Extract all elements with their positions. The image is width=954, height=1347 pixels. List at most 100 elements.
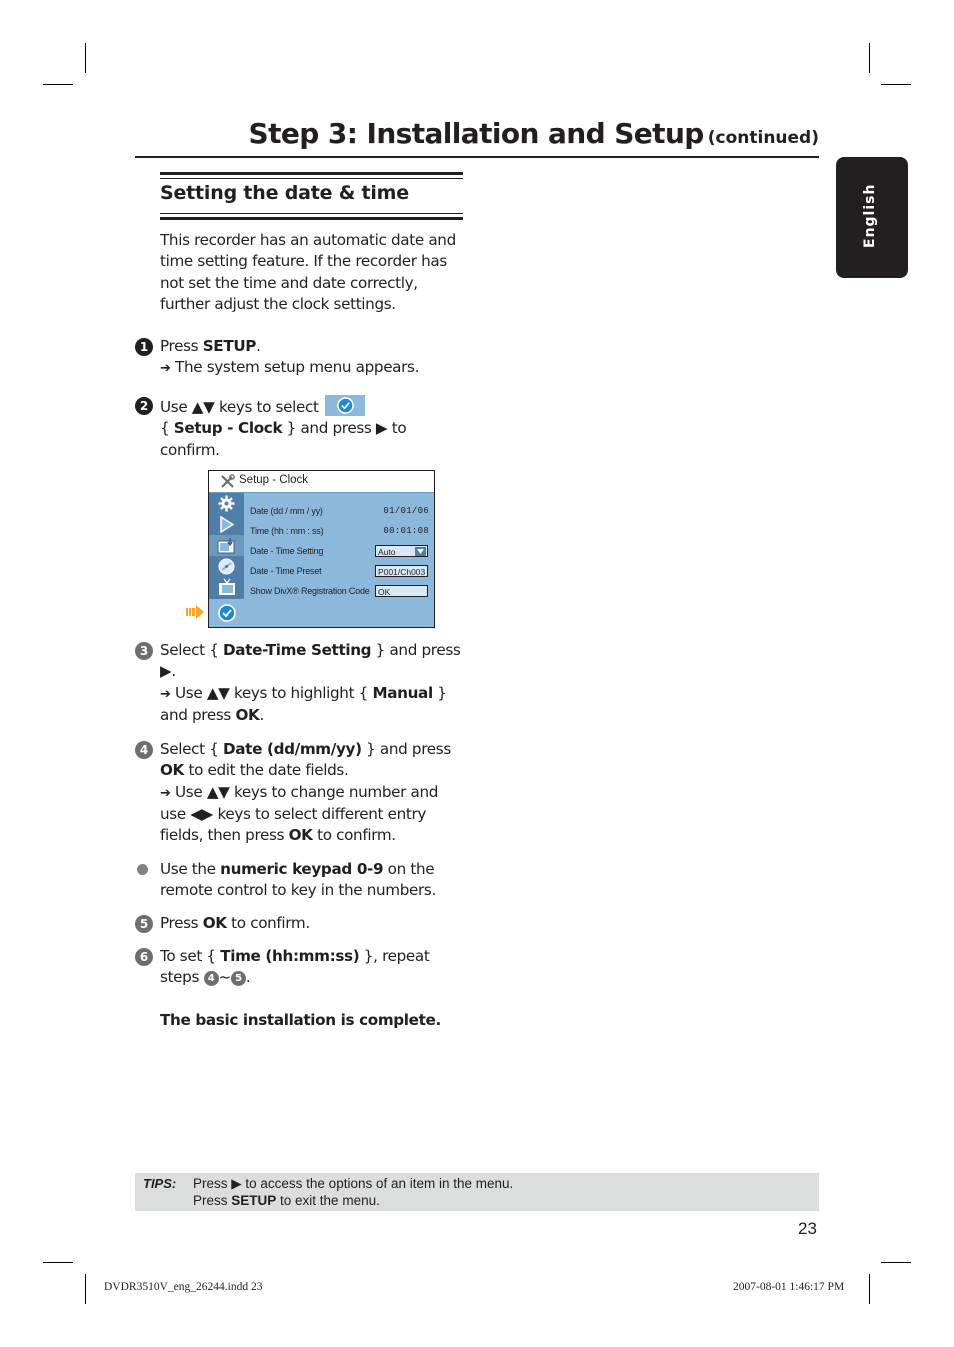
bold-text: OK [202, 914, 227, 932]
bold-text: SETUP [231, 1193, 277, 1208]
section-rule-top-thin [160, 178, 463, 179]
intro-line: not set the time and date correctly, [160, 273, 418, 292]
text: } and press [361, 740, 451, 758]
bold-text: numeric keypad 0-9 [220, 860, 384, 878]
intro-paragraph: This recorder has an automatic date and … [160, 230, 456, 315]
text: ~ [218, 968, 232, 987]
text: Press [193, 1193, 232, 1208]
gear-icon [218, 495, 235, 512]
step-line: use ◀▶ keys to select different entry [160, 804, 451, 825]
step-number-badge: 5 [135, 915, 153, 933]
setup-clock-screen: Setup - Clock Date (dd / mm / yy) 01/01/… [208, 470, 435, 628]
result-arrow-icon: ➔ [160, 686, 171, 702]
osd-sidebar [209, 493, 244, 627]
text: } and press [371, 641, 461, 659]
pointer-arrow-icon [186, 605, 204, 619]
osd-sidebar-item-tv[interactable] [209, 577, 244, 598]
text: Select { [160, 740, 224, 758]
page-title-text: Step 3: Installation and Setup [248, 117, 705, 150]
osd-sidebar-item-playback[interactable] [209, 514, 244, 535]
play-icon [220, 516, 235, 533]
crop-mark [85, 1274, 86, 1304]
intro-line: further adjust the clock settings. [160, 294, 396, 313]
osd-sidebar-item-record[interactable] [209, 535, 244, 556]
text: Press [160, 914, 203, 932]
text: Press [160, 337, 203, 355]
tips-line: Press SETUP to exit the menu. [193, 1193, 380, 1208]
crop-mark [43, 1262, 73, 1263]
bold-text: OK [288, 826, 313, 845]
osd-sidebar-item-disc[interactable] [209, 556, 244, 577]
text: { [160, 419, 174, 438]
step-text: Press SETUP. ➔ The system setup menu appe… [160, 336, 419, 380]
tips-line: Press ▶ to access the options of an item… [193, 1176, 513, 1192]
osd-row-label: Show DivX® Registration Code [250, 586, 370, 596]
osd-sidebar-item-general[interactable] [209, 493, 244, 514]
osd-dropdown[interactable]: Auto [375, 545, 428, 557]
step-number-badge: 6 [135, 948, 153, 966]
result-arrow-icon: ➔ [160, 785, 171, 801]
step-number-badge: 4 [135, 741, 153, 759]
step-line: remote control to key in the numbers. [160, 880, 436, 901]
osd-title: Setup - Clock [239, 474, 309, 486]
text: Press ▶ to access the options of an item… [193, 1176, 514, 1191]
step-line: ▶. [160, 661, 460, 682]
step-line: Select { Date-Time Setting } and press [160, 640, 461, 661]
osd-value-box[interactable]: P001/Ch003 [375, 565, 428, 577]
text: fields, then press [160, 826, 289, 845]
language-tab-label: English [862, 183, 878, 248]
text: } [432, 683, 447, 702]
crop-mark [881, 1262, 911, 1263]
osd-header: Setup - Clock [209, 471, 434, 493]
tips-label: TIPS: [143, 1176, 177, 1191]
step-line: Select { Date (dd/mm/yy) } and press [160, 739, 451, 760]
osd-box-value: P001/Ch003 [378, 567, 426, 577]
step-text: Select { Date (dd/mm/yy) } and press OK t… [160, 739, 451, 846]
crop-mark [43, 84, 73, 85]
osd-row-label: Date - Time Preset [250, 566, 322, 576]
text: The system setup menu appears. [170, 358, 420, 377]
continued-label: (continued) [707, 128, 819, 148]
text: Use the [160, 860, 221, 878]
osd-sidebar-item-clock[interactable] [209, 599, 244, 627]
section-rule-top [160, 172, 463, 175]
step-text: Use ▲▼ keys to select { Setup - Clock } … [160, 395, 407, 461]
osd-row-value[interactable]: 00:01:08 [383, 526, 429, 536]
osd-box-value: OK [378, 587, 391, 597]
text: remote control to key in the numbers. [160, 881, 436, 900]
bold-text: Date (dd/mm/yy) [223, 740, 362, 758]
step-text: Press OK to confirm. [160, 913, 310, 934]
osd-row-value[interactable]: 01/01/06 [383, 506, 429, 516]
text: . [259, 705, 264, 724]
text: confirm. [160, 440, 220, 459]
crop-mark [85, 43, 86, 73]
step-line: ➔ The system setup menu appears. [160, 357, 419, 379]
text: use ◀▶ keys to select different entry [160, 804, 427, 823]
completion-message: The basic installation is complete. [160, 1011, 441, 1029]
tips-box: TIPS: Press ▶ to access the options of a… [135, 1173, 819, 1211]
step-text: Select { Date-Time Setting } and press ▶.… [160, 640, 461, 726]
tv-icon [219, 578, 235, 595]
page-number: 23 [798, 1219, 817, 1238]
record-icon [217, 538, 235, 554]
chevron-down-icon[interactable] [415, 547, 426, 556]
intro-line: time setting feature. If the recorder ha… [160, 252, 447, 271]
step-line: Use ▲▼ keys to select [160, 395, 406, 418]
osd-row-label: Time (hh : mm : ss) [250, 526, 324, 536]
text: Use ▲▼ keys to select [160, 398, 324, 416]
text: ▶. [160, 662, 176, 681]
bold-text: Setup - Clock [173, 419, 283, 438]
step-line: Use the numeric keypad 0-9 on the [160, 859, 436, 880]
text: steps [160, 968, 204, 987]
page-title: Step 3: Installation and Setup (continued… [249, 117, 819, 150]
bold-text: SETUP [202, 337, 257, 355]
step-line: { Setup - Clock } and press ▶ to [160, 418, 407, 439]
clock-icon [218, 604, 236, 622]
bold-text: OK [160, 761, 184, 780]
slug-filename: DVDR3510V_eng_26244.indd 23 [104, 1281, 263, 1293]
disc-icon [218, 558, 235, 575]
text: on the [383, 860, 435, 878]
osd-value-box[interactable]: OK [375, 585, 428, 597]
text: Use ▲▼ keys to highlight { [170, 683, 373, 702]
step-line: Press SETUP. [160, 336, 419, 357]
